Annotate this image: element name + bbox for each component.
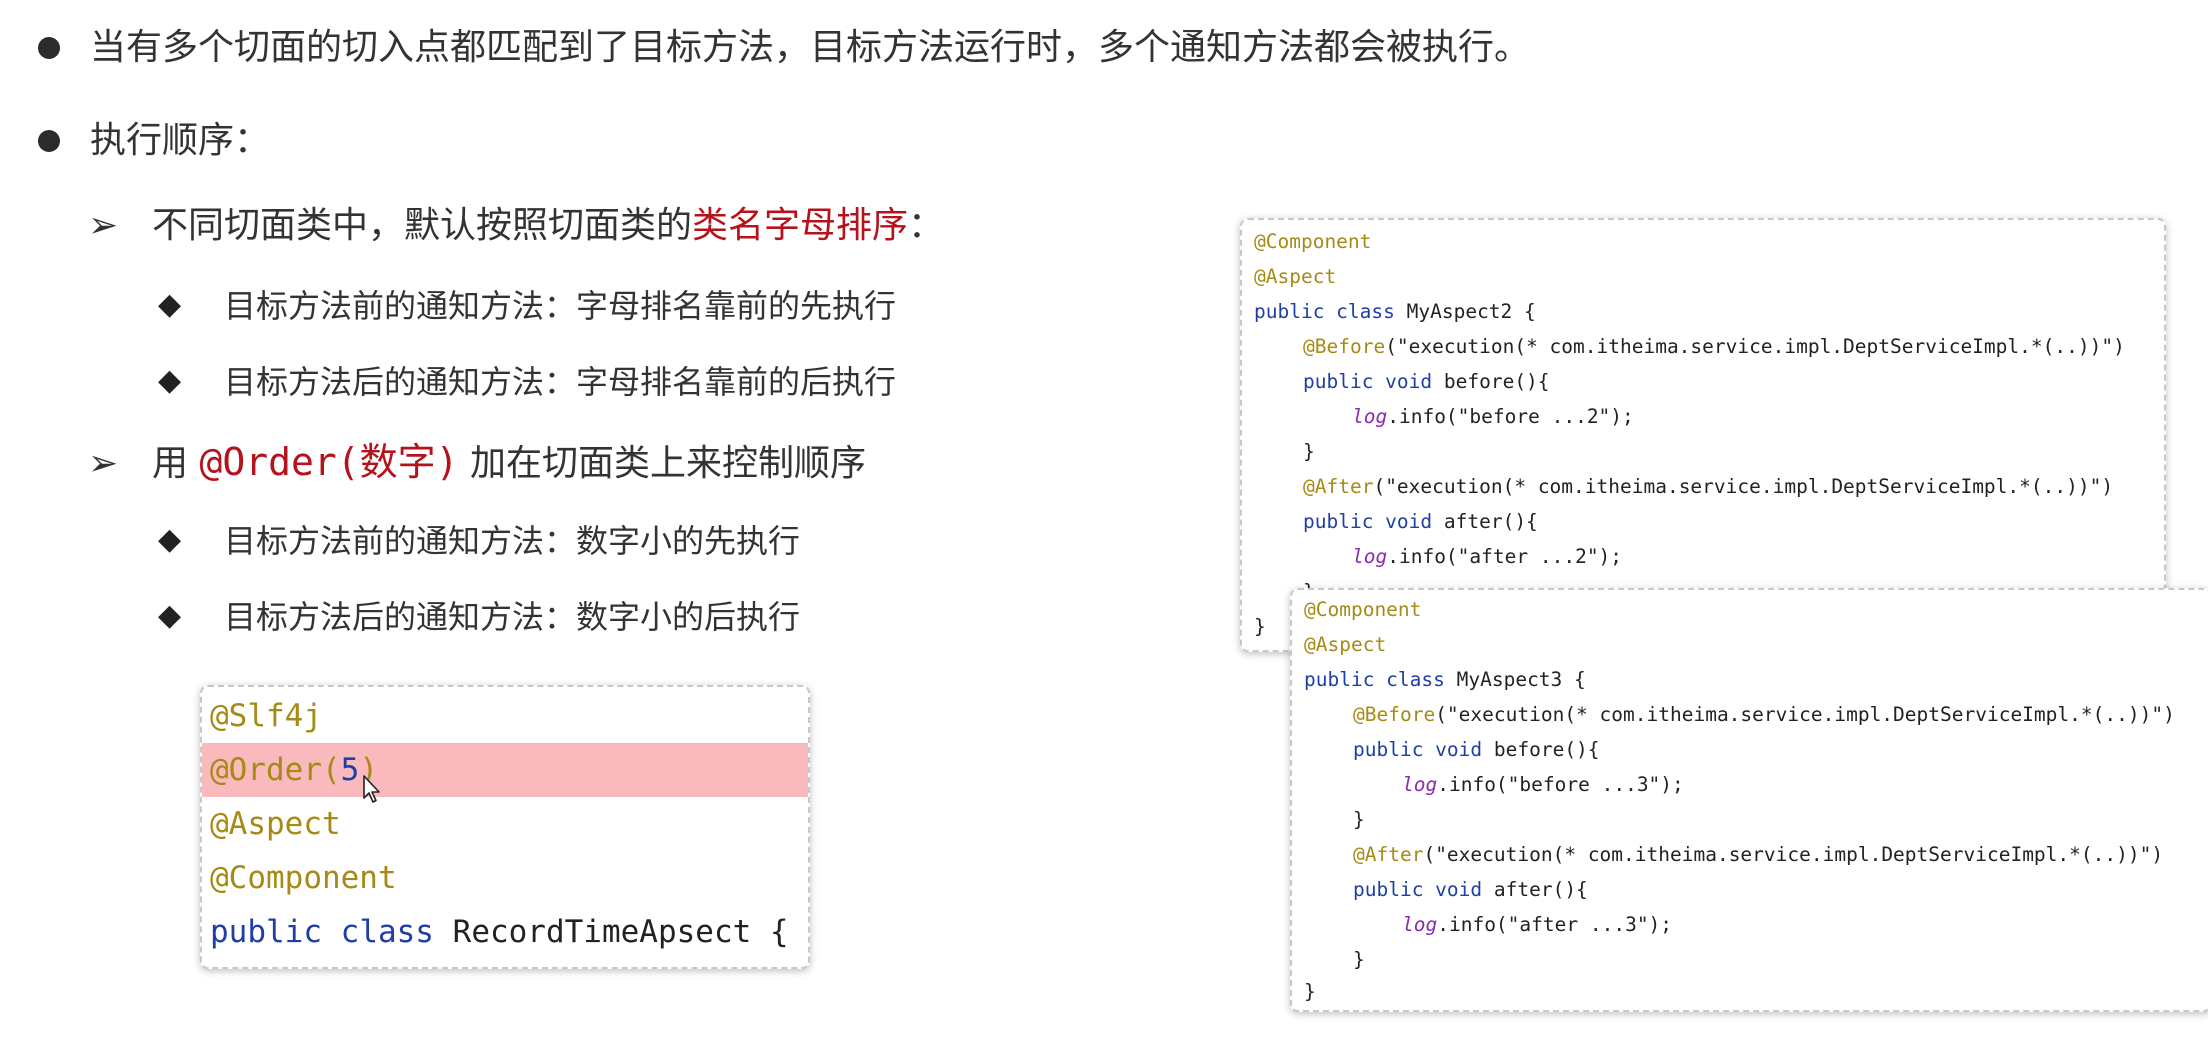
item-before-number: 目标方法前的通知方法：数字小的先执行 (224, 522, 801, 560)
my-aspect3-code: @Component @Aspect public class MyAspect… (1290, 588, 2208, 1012)
code-line: public void before(){ (1353, 732, 2208, 767)
closing-brace: } (1353, 808, 1365, 831)
aspect-annotation: @Aspect (210, 806, 341, 842)
class-name: MyAspect3 { (1444, 668, 1586, 691)
code-line: @Component (1304, 592, 2208, 627)
code-line: log.info("after ...2"); (1352, 539, 2164, 574)
sub-bullet-prefix: 用 (152, 443, 189, 484)
keyword-public-void: public void (1353, 878, 1483, 901)
sub-bullet-default-order: 不同切面类中，默认按照切面类的类名字母排序： (152, 202, 944, 250)
sub-bullet-prefix: 不同切面类中，默认按照切面类的 (152, 205, 693, 246)
code-line: @Component (202, 851, 808, 905)
code-line: log.info("before ...2"); (1352, 399, 2164, 434)
aspect-annotation: @Aspect (1304, 633, 1387, 656)
code-line: log.info("before ...3"); (1402, 767, 2208, 802)
method-signature: after(){ (1432, 510, 1538, 533)
keyword-class: class (340, 914, 434, 950)
code-line: public void after(){ (1353, 872, 2208, 907)
code-line: } (1304, 974, 2208, 1009)
code-line: @Aspect (202, 797, 808, 851)
order-annotation: @Order( (210, 752, 341, 788)
item-after-number: 目标方法后的通知方法：数字小的后执行 (224, 598, 801, 636)
code-line: @Slf4j (202, 689, 808, 743)
code-line: @Aspect (1254, 259, 2164, 294)
code-line: public class MyAspect2 { (1254, 294, 2164, 329)
log-call: .info("before ...2"); (1387, 405, 1634, 428)
code-line: @After("execution(* com.itheima.service.… (1303, 469, 2164, 504)
log-call: .info("before ...3"); (1437, 773, 1684, 796)
my-aspect2-code: @Component @Aspect public class MyAspect… (1240, 218, 2166, 652)
code-line: } (1353, 942, 2208, 977)
pointcut-expression: ("execution(* com.itheima.service.impl.D… (1373, 475, 2114, 498)
aspect-annotation: @Aspect (1254, 265, 1337, 288)
item-before-letter: 目标方法前的通知方法：字母排名靠前的先执行 (224, 287, 897, 325)
log-call: .info("after ...2"); (1387, 545, 1623, 568)
code-line: } (1353, 802, 2208, 837)
keyword-public-void: public void (1353, 738, 1483, 761)
component-annotation: @Component (210, 860, 397, 896)
after-annotation: @After (1303, 475, 1374, 498)
method-signature: before(){ (1482, 738, 1600, 761)
code-line: public class MyAspect3 { (1304, 662, 2208, 697)
diamond-bullet-icon: ◆ (158, 287, 182, 322)
sub-bullet-suffix: ： (908, 205, 945, 246)
component-annotation: @Component (1254, 230, 1372, 253)
code-line: @Before("execution(* com.itheima.service… (1353, 697, 2208, 732)
diamond-bullet-icon: ◆ (158, 598, 182, 633)
order-number: 5 (340, 752, 360, 788)
before-annotation: @Before (1303, 335, 1386, 358)
arrow-bullet-icon: ➢ (88, 443, 119, 484)
keyword-public: public (210, 914, 322, 950)
sub-bullet-highlight: 类名字母排序 (692, 205, 909, 246)
code-line: public class RecordTimeApsect { (202, 905, 808, 959)
before-annotation: @Before (1353, 703, 1436, 726)
keyword-public-class: public class (1304, 668, 1445, 691)
pointcut-expression: ("execution(* com.itheima.service.impl.D… (1435, 703, 2175, 726)
code-line: public void before(){ (1303, 364, 2164, 399)
after-annotation: @After (1353, 843, 1424, 866)
code-line: @Component (1254, 224, 2164, 259)
code-line-highlighted: @Order(5) (202, 743, 808, 797)
pointcut-expression: ("execution(* com.itheima.service.impl.D… (1385, 335, 2125, 358)
closing-brace: } (1353, 948, 1365, 971)
arrow-bullet-icon: ➢ (88, 205, 119, 246)
closing-brace: } (1304, 980, 1316, 1003)
bullet-text-execution-order: 执行顺序： (90, 120, 271, 161)
log-variable: log (1352, 545, 1388, 568)
keyword-public-void: public void (1303, 510, 1433, 533)
pointcut-expression: ("execution(* com.itheima.service.impl.D… (1423, 843, 2164, 866)
code-line: @After("execution(* com.itheima.service.… (1353, 837, 2208, 872)
record-time-aspect-code: @Slf4j @Order(5) @Aspect @Component publ… (200, 685, 810, 969)
order-annotation-code: @Order(数字) (199, 440, 459, 484)
keyword-public-void: public void (1303, 370, 1433, 393)
code-line: log.info("after ...3"); (1402, 907, 2208, 942)
code-line: @Aspect (1304, 627, 2208, 662)
code-line: } (1303, 434, 2164, 469)
diamond-bullet-icon: ◆ (158, 363, 182, 398)
bullet-dot-icon (38, 130, 60, 152)
code-line: public void after(){ (1303, 504, 2164, 539)
item-after-letter: 目标方法后的通知方法：字母排名靠前的后执行 (224, 363, 897, 401)
component-annotation: @Component (1304, 598, 1422, 621)
log-variable: log (1402, 773, 1438, 796)
method-signature: after(){ (1482, 878, 1588, 901)
log-variable: log (1402, 913, 1438, 936)
keyword-public-class: public class (1254, 300, 1395, 323)
code-line: @Before("execution(* com.itheima.service… (1303, 329, 2164, 364)
sub-bullet-suffix: 加在切面类上来控制顺序 (469, 443, 866, 484)
closing-brace: } (1254, 615, 1266, 638)
bullet-text-multiple-aspects: 当有多个切面的切入点都匹配到了目标方法，目标方法运行时，多个通知方法都会被执行。 (90, 27, 1531, 68)
class-name: MyAspect2 { (1394, 300, 1536, 323)
log-call: .info("after ...3"); (1437, 913, 1673, 936)
closing-brace: } (1303, 440, 1315, 463)
class-name: RecordTimeApsect { (452, 914, 789, 950)
log-variable: log (1352, 405, 1388, 428)
slf4j-annotation: @Slf4j (210, 698, 322, 734)
bullet-dot-icon (38, 37, 60, 59)
sub-bullet-order-annotation: 用 @Order(数字) 加在切面类上来控制顺序 (152, 438, 866, 488)
mouse-cursor-icon (363, 775, 380, 803)
method-signature: before(){ (1432, 370, 1550, 393)
diamond-bullet-icon: ◆ (158, 522, 182, 557)
